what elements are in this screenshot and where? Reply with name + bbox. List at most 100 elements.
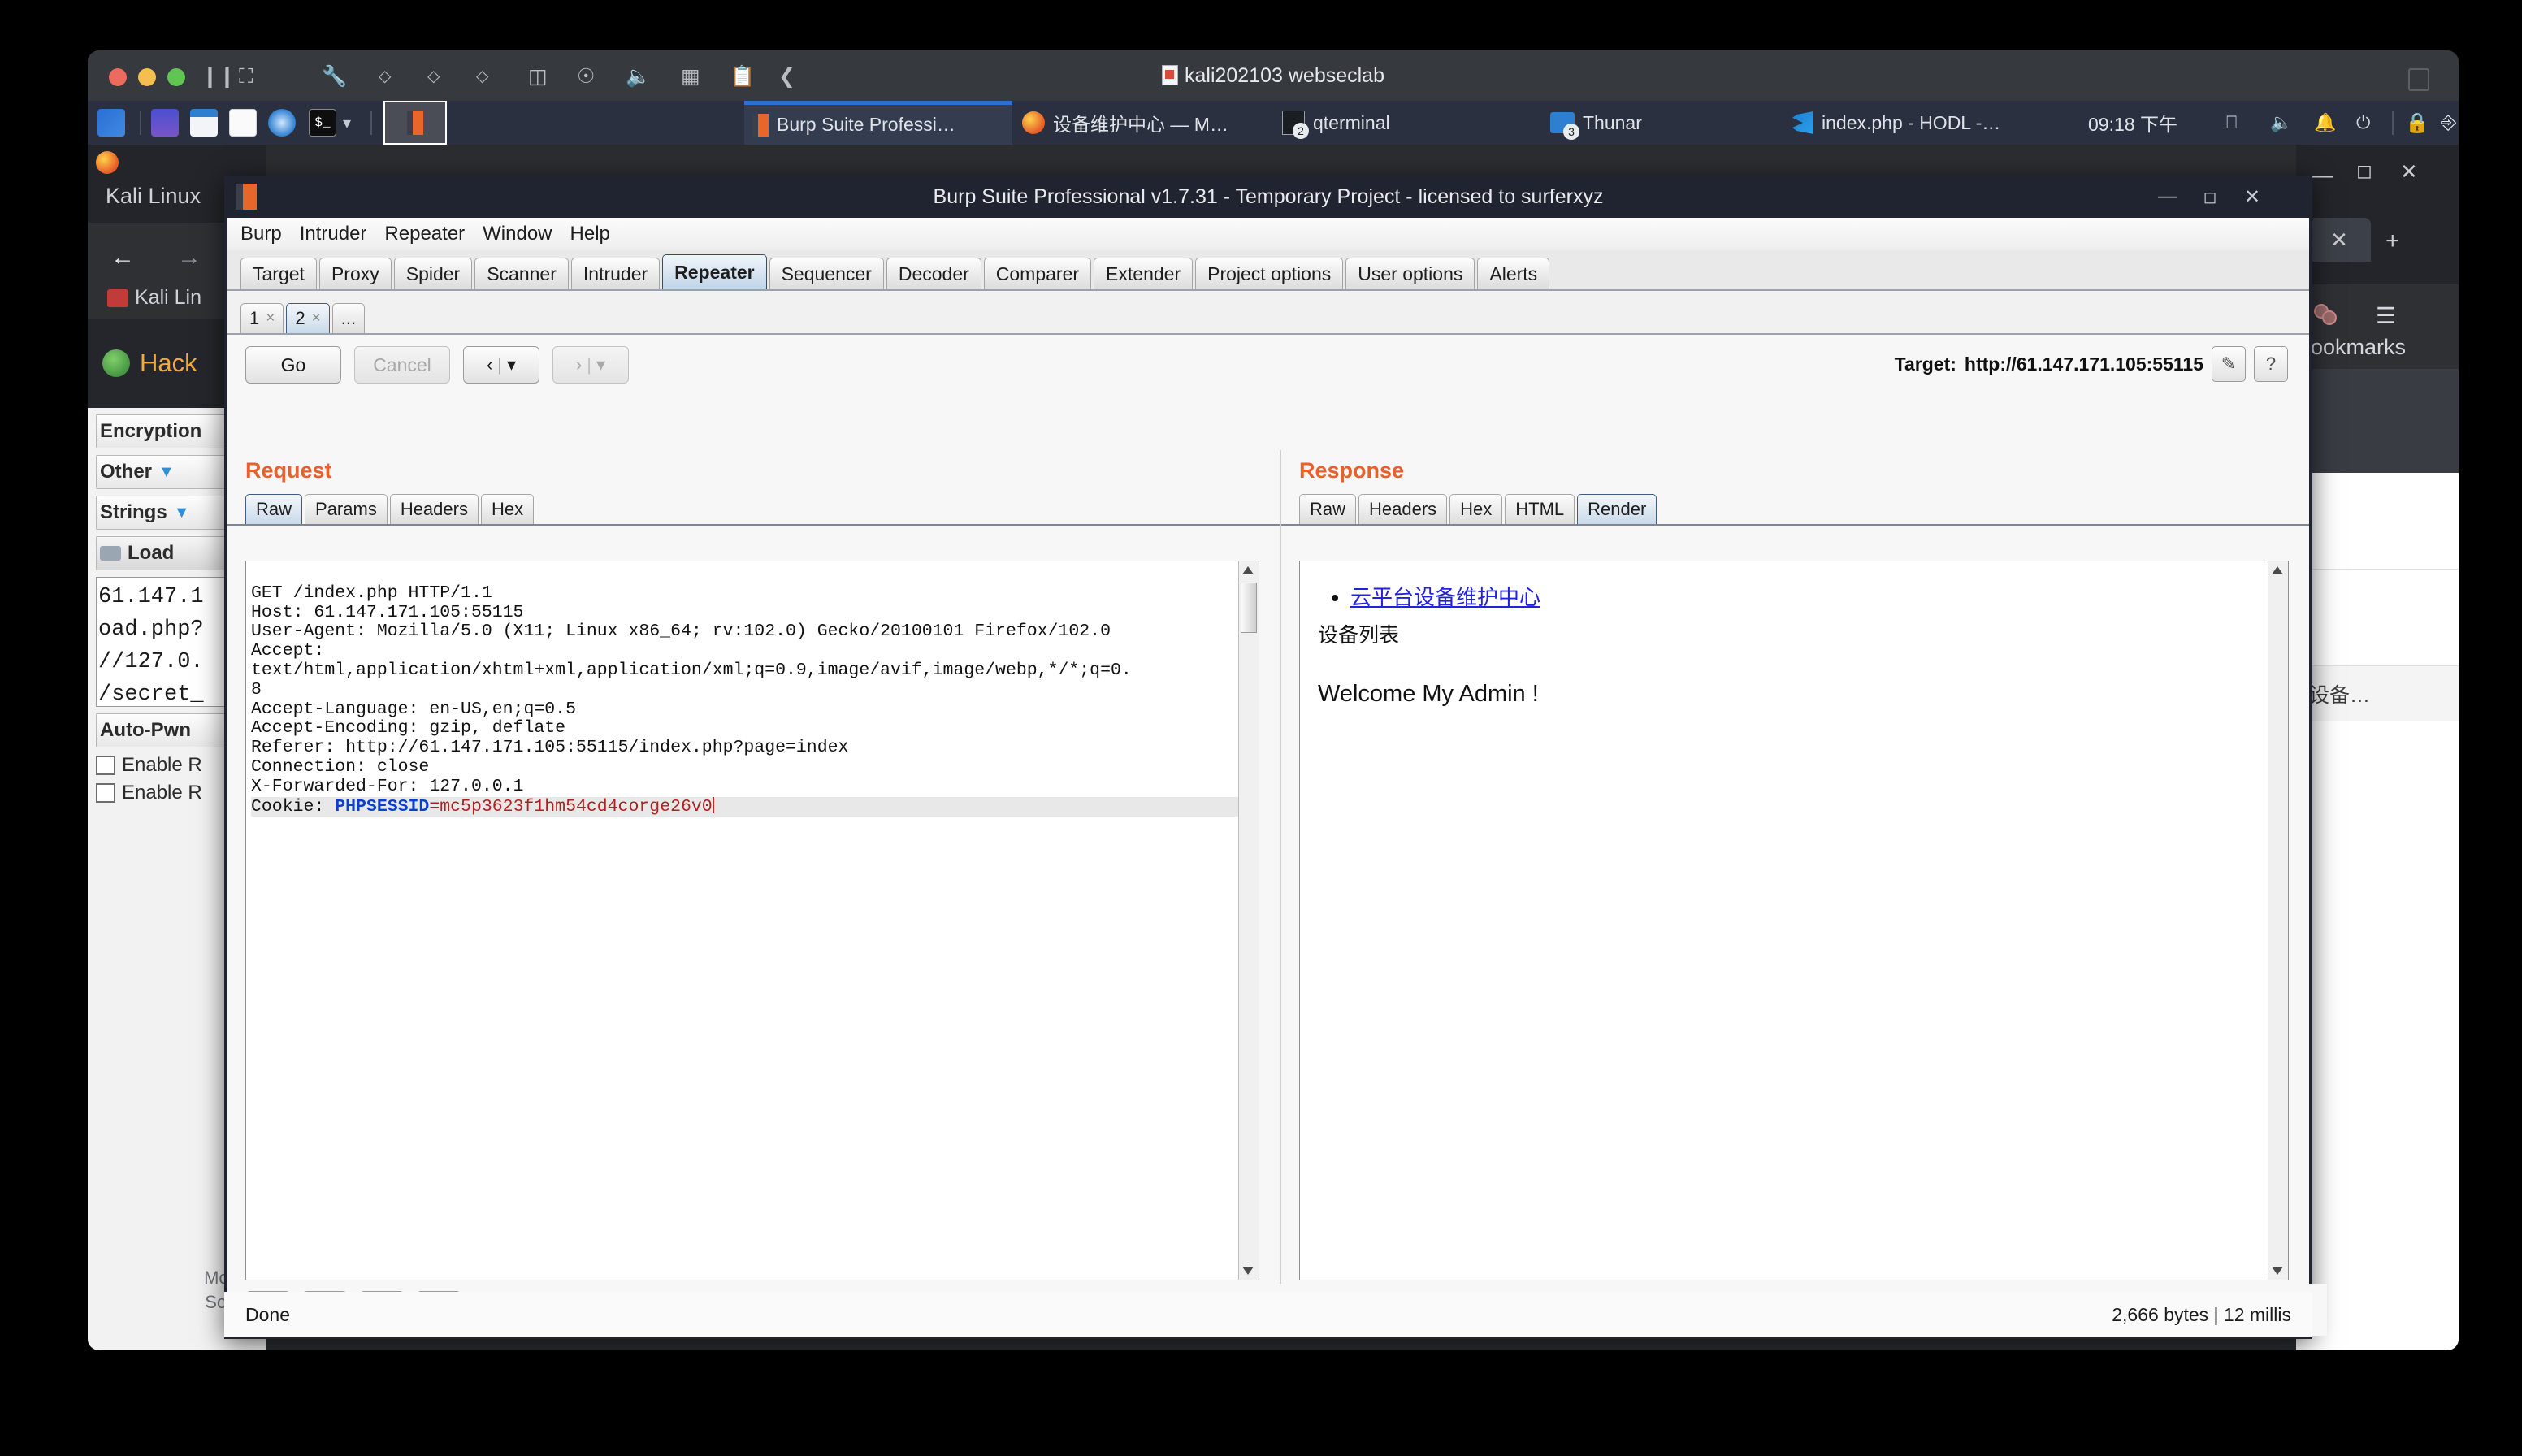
close-icon[interactable]: ✕ (2231, 176, 2273, 218)
menu-item-intruder[interactable]: Intruder (300, 223, 367, 245)
taskbar-item-label: index.php - HODL -… (1822, 112, 2000, 134)
pencil-icon[interactable]: ✎ (2212, 346, 2246, 382)
rendered-welcome: Welcome My Admin ! (1318, 681, 2270, 708)
taskbar-item-thunar[interactable]: 3 Thunar (1550, 101, 1642, 145)
close-icon[interactable]: × (266, 304, 275, 333)
tab-repeater[interactable]: Repeater (662, 254, 766, 289)
taskbar-item-firefox[interactable]: 设备维护中心 — M… (1022, 101, 1228, 145)
tab-sequencer[interactable]: Sequencer (769, 258, 884, 289)
question-icon[interactable]: ? (2254, 346, 2288, 382)
request-tab-raw[interactable]: Raw (245, 494, 302, 524)
extensions-icon[interactable] (2314, 304, 2337, 322)
tab-proxy[interactable]: Proxy (319, 258, 392, 289)
thunar-icon: 3 (1550, 112, 1575, 133)
scroll-up-icon[interactable] (1242, 566, 1254, 574)
chevron-down-icon: ▾ (507, 354, 516, 375)
scrollbar-thumb[interactable] (1241, 583, 1257, 633)
tab-decoder[interactable]: Decoder (886, 258, 982, 289)
tab-project-options[interactable]: Project options (1195, 258, 1343, 289)
tab-target[interactable]: Target (240, 258, 317, 289)
bgl-tab[interactable]: Kali Lin (107, 286, 202, 310)
request-raw-text[interactable]: GET /index.php HTTP/1.1 Host: 61.147.171… (246, 561, 1259, 859)
request-line: Accept: (251, 641, 324, 661)
request-scrollbar[interactable] (1238, 561, 1259, 1280)
active-window-button[interactable] (384, 101, 447, 145)
launcher-filemanager[interactable] (190, 101, 218, 145)
response-tab-hex[interactable]: Hex (1450, 494, 1502, 524)
back-icon[interactable]: ← (110, 244, 135, 271)
request-editor[interactable]: GET /index.php HTTP/1.1 Host: 61.147.171… (245, 561, 1259, 1280)
taskbar-item-qterminal[interactable]: 2 qterminal (1282, 101, 1390, 145)
back-button[interactable]: ‹ | ▾ (463, 346, 540, 384)
launcher-document[interactable] (229, 101, 257, 145)
tab-scanner[interactable]: Scanner (474, 258, 569, 289)
forward-icon[interactable]: → (177, 244, 202, 271)
response-tab-raw[interactable]: Raw (1299, 494, 1356, 524)
taskbar-item-vscode[interactable]: index.php - HODL -… (1792, 101, 2000, 145)
scroll-down-icon[interactable] (2272, 1267, 2283, 1275)
response-tab-render[interactable]: Render (1577, 494, 1657, 524)
repeater-tab-label: ... (341, 304, 356, 333)
burp-body: Burp Intruder Repeater Window Help Targe… (228, 218, 2309, 1336)
lock-icon[interactable]: 🔒 (2405, 101, 2429, 145)
request-line: X-Forwarded-For: 127.0.0.1 (251, 777, 523, 796)
taskbar-item-burp[interactable]: Burp Suite Professi… (744, 101, 1012, 145)
close-icon[interactable]: ✕ (2400, 159, 2418, 184)
request-tab-headers[interactable]: Headers (390, 494, 479, 524)
tab-alerts[interactable]: Alerts (1477, 258, 1549, 289)
kali-dragon-icon (98, 109, 125, 136)
launcher-terminal[interactable]: $_ (309, 101, 336, 145)
tab-comparer[interactable]: Comparer (984, 258, 1091, 289)
power-icon[interactable]: ⎆ (2441, 101, 2456, 145)
taskbar-clock[interactable]: 09:18 下午 (2088, 101, 2178, 145)
maximize-icon[interactable]: ◻ (2189, 176, 2231, 218)
cancel-button[interactable]: Cancel (354, 346, 450, 384)
chevron-down-icon[interactable]: ▾ (343, 101, 351, 145)
hack-icon (102, 349, 130, 377)
minimize-icon[interactable]: — (2147, 176, 2189, 218)
minimize-icon[interactable]: — (2312, 162, 2334, 188)
kali-menu-button[interactable] (98, 101, 125, 145)
maximize-icon[interactable]: ◻ (2356, 159, 2372, 183)
display-icon[interactable]: ⎕ (2226, 101, 2237, 145)
response-scrollbar[interactable] (2268, 561, 2288, 1280)
chevron-down-icon: ▼ (158, 463, 175, 482)
response-tab-html[interactable]: HTML (1505, 494, 1575, 524)
response-tab-headers[interactable]: Headers (1358, 494, 1447, 524)
hamburger-menu-icon[interactable]: ☰ (2376, 302, 2396, 329)
device-center-link[interactable]: 云平台设备维护中心 (1350, 585, 1540, 609)
menu-item-help[interactable]: Help (570, 223, 610, 245)
request-tab-hex[interactable]: Hex (481, 494, 534, 524)
repeater-tab-1[interactable]: 1 × (240, 303, 284, 333)
text-caret (713, 797, 714, 813)
tab-extender[interactable]: Extender (1094, 258, 1193, 289)
launcher-files[interactable] (151, 101, 179, 145)
repeater-tab-2[interactable]: 2 × (286, 303, 329, 333)
request-line: GET /index.php HTTP/1.1 (251, 583, 492, 603)
tab-close-icon[interactable]: ✕ (2308, 218, 2371, 262)
go-button[interactable]: Go (245, 346, 341, 384)
vm-restore-button[interactable] (2408, 68, 2429, 91)
battery-icon[interactable]: ⏻ (2356, 101, 2370, 145)
bell-icon[interactable]: 🔔 (2314, 101, 2336, 145)
request-line: text/html,application/xhtml+xml,applicat… (251, 661, 1132, 680)
vm-title-text: kali202103 webseclab (1185, 64, 1384, 87)
request-tab-params[interactable]: Params (305, 494, 388, 524)
tab-spider[interactable]: Spider (394, 258, 472, 289)
menu-item-window[interactable]: Window (483, 223, 552, 245)
repeater-tab-new[interactable]: ... (332, 303, 365, 333)
new-tab-icon[interactable]: + (2386, 228, 2400, 255)
tab-user-options[interactable]: User options (1346, 258, 1475, 289)
tab-intruder[interactable]: Intruder (571, 258, 660, 289)
menu-item-burp[interactable]: Burp (240, 223, 282, 245)
menu-item-repeater[interactable]: Repeater (384, 223, 465, 245)
launcher-browser[interactable] (268, 101, 296, 145)
br-device-item[interactable]: 设备… (2296, 666, 2459, 722)
close-icon[interactable]: × (312, 304, 321, 333)
volume-icon[interactable]: 🔈 (2270, 101, 2292, 145)
forward-button[interactable]: › | ▾ (552, 346, 629, 384)
scroll-up-icon[interactable] (2272, 566, 2283, 574)
terminal-icon: $_ (309, 109, 336, 136)
chevron-down-icon: ▼ (174, 504, 190, 522)
scroll-down-icon[interactable] (1242, 1267, 1254, 1275)
